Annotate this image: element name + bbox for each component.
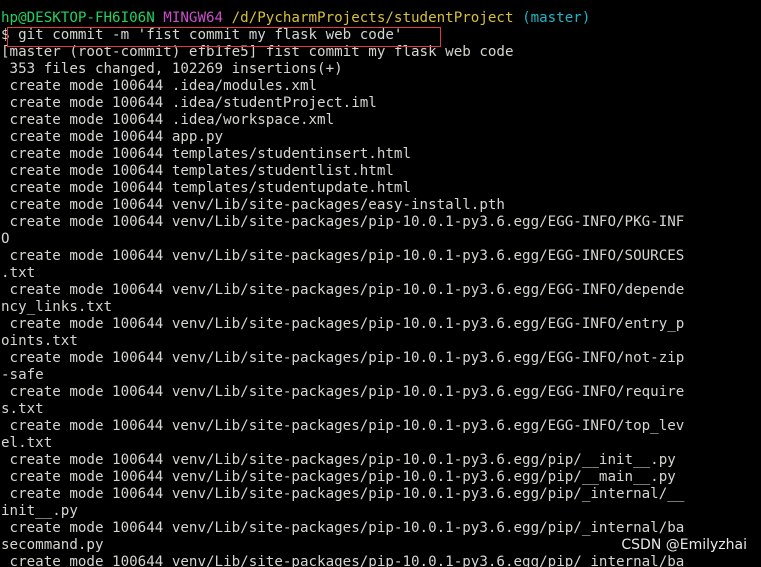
output-line: -safe: [1, 367, 44, 383]
terminal-window[interactable]: hp@DESKTOP-FH6I06N MINGW64 /d/PycharmPro…: [0, 0, 761, 567]
output-line: .txt: [1, 265, 36, 281]
output-line: create mode 100644 venv/Lib/site-package…: [1, 486, 685, 502]
terminal-output: hp@DESKTOP-FH6I06N MINGW64 /d/PycharmPro…: [1, 10, 684, 567]
output-line: create mode 100644 venv/Lib/site-package…: [1, 452, 676, 468]
prompt-branch: (master): [522, 10, 591, 26]
output-line: create mode 100644 venv/Lib/site-package…: [1, 214, 685, 230]
output-line: create mode 100644 app.py: [1, 129, 224, 145]
output-line: create mode 100644 venv/Lib/site-package…: [1, 282, 685, 298]
output-line: create mode 100644 venv/Lib/site-package…: [1, 248, 685, 264]
output-line: secommand.py: [1, 537, 104, 553]
output-line: create mode 100644 venv/Lib/site-package…: [1, 384, 685, 400]
command-output: [master (root-commit) efb1fe5] fist comm…: [1, 44, 684, 567]
output-line: create mode 100644 .idea/modules.xml: [1, 78, 318, 94]
prompt-app: MINGW64: [163, 10, 224, 26]
output-line: el.txt: [1, 435, 53, 451]
output-line: create mode 100644 venv/Lib/site-package…: [1, 197, 505, 213]
output-line: create mode 100644 venv/Lib/site-package…: [1, 418, 685, 434]
output-line: create mode 100644 venv/Lib/site-package…: [1, 316, 685, 332]
output-line: 353 files changed, 102269 insertions(+): [1, 61, 343, 77]
output-line: create mode 100644 templates/studentinse…: [1, 146, 411, 162]
command-highlight-box: [7, 27, 441, 47]
output-line: init__.py: [1, 503, 78, 519]
output-line: create mode 100644 .idea/studentProject.…: [1, 95, 377, 111]
output-line: create mode 100644 venv/Lib/site-package…: [1, 469, 676, 485]
output-line: create mode 100644 templates/studentupda…: [1, 180, 411, 196]
output-line: O: [1, 231, 10, 247]
prompt-user-host: hp@DESKTOP-FH6I06N: [1, 10, 155, 26]
output-line: ncy_links.txt: [1, 299, 113, 315]
output-line: create mode 100644 venv/Lib/site-package…: [1, 554, 685, 567]
prompt-line: hp@DESKTOP-FH6I06N MINGW64 /d/PycharmPro…: [1, 10, 684, 27]
output-line: oints.txt: [1, 333, 78, 349]
watermark: CSDN @Emilyzhai: [621, 537, 747, 553]
output-line: create mode 100644 venv/Lib/site-package…: [1, 520, 685, 536]
output-line: create mode 100644 templates/studentlist…: [1, 163, 394, 179]
output-line: create mode 100644 venv/Lib/site-package…: [1, 350, 685, 366]
output-line: create mode 100644 .idea/workspace.xml: [1, 112, 335, 128]
prompt-path: /d/PycharmProjects/studentProject: [231, 10, 514, 26]
output-line: s.txt: [1, 401, 44, 417]
